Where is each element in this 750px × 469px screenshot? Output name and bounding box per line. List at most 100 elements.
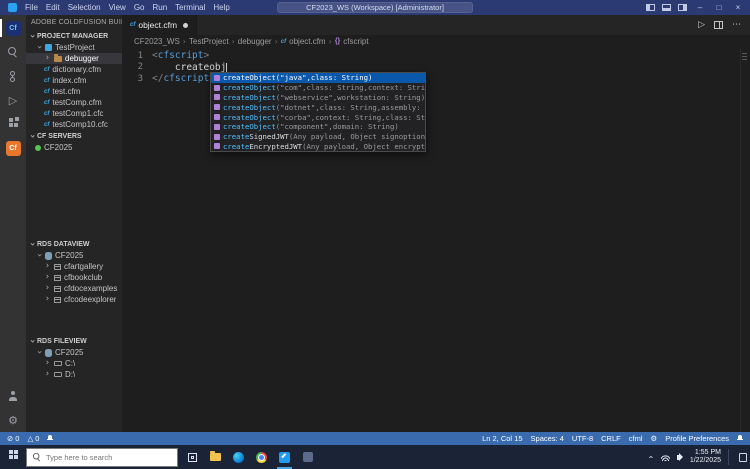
- tree-item-drive-d[interactable]: › D:\: [26, 369, 122, 380]
- breadcrumb-item-folder[interactable]: debugger: [238, 37, 272, 46]
- menu-run[interactable]: Run: [148, 3, 171, 12]
- menu-selection[interactable]: Selection: [64, 3, 105, 12]
- extensions-icon: [8, 118, 13, 122]
- section-header-rds-dataview[interactable]: › RDS DATAVIEW: [26, 238, 122, 250]
- suggest-item-createobject-component[interactable]: createObject("component",domain: String): [211, 122, 425, 132]
- toggle-secondary-sidebar-icon[interactable]: [678, 4, 687, 11]
- activitybar-settings[interactable]: ⚙: [0, 408, 26, 432]
- more-actions-icon[interactable]: ⋯: [732, 20, 741, 30]
- tree-item-rds-cf2025[interactable]: › CF2025: [26, 250, 122, 261]
- command-center[interactable]: CF2023_WS (Workspace) [Administrator]: [277, 2, 473, 13]
- breadcrumb-item-project[interactable]: TestProject: [189, 37, 229, 46]
- close-button[interactable]: ×: [732, 3, 744, 12]
- tree-item-label: cfbookclub: [64, 273, 103, 282]
- network-icon[interactable]: [660, 453, 670, 461]
- tree-item-testcomp1-cfc[interactable]: cf testComp1.cfc: [26, 108, 122, 119]
- section-title: RDS FILEVIEW: [37, 337, 87, 345]
- server-item-cf2025[interactable]: CF2025: [26, 142, 122, 153]
- tree-item-dictionary-cfm[interactable]: cf dictionary.cfm: [26, 64, 122, 75]
- tree-item-cfartgallery[interactable]: › cfartgallery: [26, 261, 122, 272]
- activitybar-coldfusion-server[interactable]: Cf: [0, 136, 26, 160]
- volume-icon[interactable]: [676, 453, 683, 461]
- profile-preferences[interactable]: Profile Preferences: [665, 434, 729, 443]
- windows-taskbar: › 1:55 PM 1/22/2025: [0, 445, 750, 469]
- suggest-item-createobject-com[interactable]: createObject("com",class: String,context…: [211, 83, 425, 93]
- taskbar-clock[interactable]: 1:55 PM 1/22/2025: [690, 449, 721, 466]
- code-editor[interactable]: 1 <cfscript> 2 createobj 3 </cfscript> c…: [122, 48, 750, 432]
- chrome-button[interactable]: [250, 445, 273, 469]
- suggest-item-createobject-corba[interactable]: createObject("corba",context: String,cla…: [211, 112, 425, 122]
- file-explorer-button[interactable]: [204, 445, 227, 469]
- activitybar-search[interactable]: [0, 40, 26, 64]
- language-mode[interactable]: cfml: [629, 434, 643, 443]
- tree-item-cfcodeexplorer[interactable]: › cfcodeexplorer: [26, 294, 122, 305]
- suggest-text: createObject("java",class: String): [223, 73, 373, 83]
- chevron-down-icon: ›: [26, 339, 37, 343]
- method-icon: [214, 123, 220, 130]
- run-file-icon[interactable]: ▷: [698, 20, 705, 30]
- tree-item-testcomp-cfm[interactable]: cf testComp.cfm: [26, 97, 122, 108]
- tree-item-test-cfm[interactable]: cf test.cfm: [26, 86, 122, 97]
- eol-sequence[interactable]: CRLF: [601, 434, 621, 443]
- tree-item-label: testComp10.cfc: [52, 120, 108, 129]
- suggest-item-createobject-webservice[interactable]: createObject("webservice",workstation: S…: [211, 93, 425, 103]
- minimap[interactable]: [740, 48, 750, 432]
- suggest-item-createencryptedjwt[interactable]: createEncryptedJWT(Any payload, Object e…: [211, 142, 425, 152]
- modified-dot-icon[interactable]: [183, 22, 189, 28]
- menu-terminal[interactable]: Terminal: [171, 3, 209, 12]
- bell-icon[interactable]: [47, 435, 54, 442]
- menu-view[interactable]: View: [105, 3, 130, 12]
- notifications-bell-icon[interactable]: [737, 435, 743, 442]
- breadcrumb-item-workspace[interactable]: CF2023_WS: [134, 37, 180, 46]
- start-button[interactable]: [0, 445, 26, 469]
- tree-item-testcomp10-cfc[interactable]: cf testComp10.cfc: [26, 119, 122, 130]
- activitybar-source-control[interactable]: [0, 64, 26, 88]
- menu-file[interactable]: File: [21, 3, 42, 12]
- menu-edit[interactable]: Edit: [42, 3, 64, 12]
- suggest-item-createobject-java[interactable]: createObject("java",class: String): [211, 73, 425, 83]
- menu-go[interactable]: Go: [130, 3, 149, 12]
- breadcrumb-item-symbol[interactable]: cfscript: [343, 37, 368, 46]
- vscode-button[interactable]: [273, 445, 296, 469]
- activitybar-run-debug[interactable]: ▷: [0, 88, 26, 112]
- cursor-position[interactable]: Ln 2, Col 15: [482, 434, 522, 443]
- activitybar-account[interactable]: [0, 384, 26, 408]
- section-header-rds-fileview[interactable]: › RDS FILEVIEW: [26, 335, 122, 347]
- wrench-icon[interactable]: ⚙: [650, 435, 657, 443]
- suggest-item-createobject-dotnet[interactable]: createObject("dotnet",class: String,asse…: [211, 102, 425, 112]
- problems-errors[interactable]: ⊘ 0: [7, 434, 19, 443]
- problems-warnings[interactable]: △ 0: [27, 434, 39, 443]
- section-header-project-manager[interactable]: › PROJECT MANAGER: [26, 30, 122, 42]
- section-header-cf-servers[interactable]: › CF SERVERS: [26, 130, 122, 142]
- task-view-icon: [188, 452, 197, 462]
- toggle-sidebar-icon[interactable]: [646, 4, 655, 11]
- edge-button[interactable]: [227, 445, 250, 469]
- action-center-icon[interactable]: [739, 452, 747, 462]
- split-editor-icon[interactable]: [714, 21, 723, 29]
- tree-item-testproject[interactable]: › TestProject: [26, 42, 122, 53]
- tree-item-index-cfm[interactable]: cf index.cfm: [26, 75, 122, 86]
- toggle-panel-icon[interactable]: [662, 4, 671, 11]
- minimize-button[interactable]: –: [694, 3, 706, 12]
- show-hidden-icons-chevron[interactable]: ›: [647, 455, 657, 458]
- maximize-button[interactable]: □: [713, 3, 725, 12]
- tab-object-cfm[interactable]: cf object.cfm: [122, 15, 198, 35]
- menu-help[interactable]: Help: [209, 3, 233, 12]
- line-number: 3: [137, 73, 143, 84]
- tree-item-drive-c[interactable]: › C:\: [26, 358, 122, 369]
- breadcrumb-item-file[interactable]: object.cfm: [289, 37, 325, 46]
- section-rds-dataview: › RDS DATAVIEW › CF2025 › cfartgallery ›…: [26, 238, 122, 305]
- taskbar-search-input[interactable]: [46, 452, 172, 462]
- encoding[interactable]: UTF-8: [572, 434, 593, 443]
- activitybar-extensions[interactable]: [0, 112, 26, 136]
- tree-item-cfdocexamples[interactable]: › cfdocexamples: [26, 283, 122, 294]
- task-view-button[interactable]: [181, 445, 204, 469]
- suggest-item-createsignedjwt[interactable]: createSignedJWT(Any payload, Object sign…: [211, 132, 425, 142]
- app-button[interactable]: [296, 445, 319, 469]
- activitybar-coldfusion-builder[interactable]: Cf: [0, 16, 26, 40]
- tree-item-cfbookclub[interactable]: › cfbookclub: [26, 272, 122, 283]
- tree-item-rdsfile-cf2025[interactable]: › CF2025: [26, 347, 122, 358]
- taskbar-search[interactable]: [26, 447, 178, 467]
- tree-item-debugger[interactable]: › debugger: [26, 53, 122, 64]
- indentation[interactable]: Spaces: 4: [531, 434, 564, 443]
